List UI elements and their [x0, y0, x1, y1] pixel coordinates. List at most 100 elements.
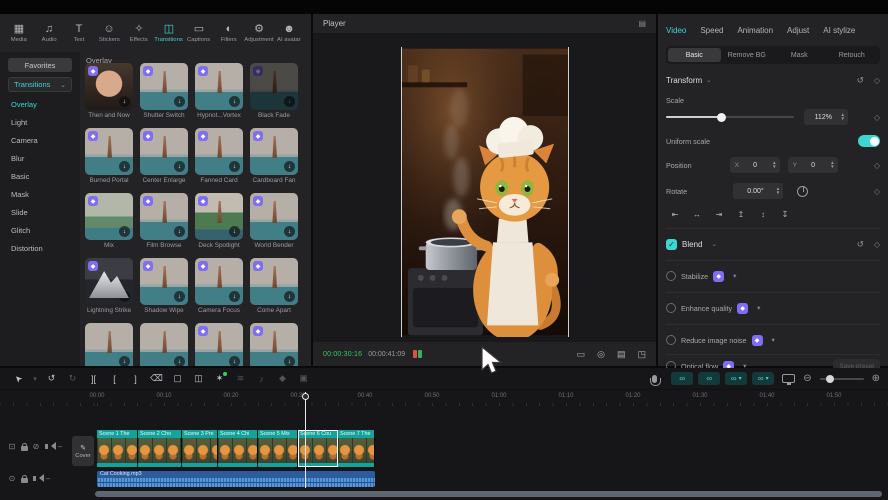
align-center-h-icon[interactable]: ↔ — [688, 207, 706, 221]
timeline-clip-scene-4-chi[interactable]: Scene 4 Chi — [218, 430, 258, 467]
download-icon[interactable]: ↓ — [174, 356, 185, 366]
ratio-icon[interactable]: ▭ — [577, 349, 586, 360]
transition-item-black-fade[interactable]: ◆↓Black Fade — [250, 63, 298, 119]
undo-icon[interactable]: ↺ — [41, 373, 62, 384]
enhance-quality-checkbox[interactable] — [666, 303, 676, 313]
timeline-ruler[interactable]: 00:0000:1000:2000:3000:4000:5001:0001:10… — [0, 390, 888, 406]
download-icon[interactable]: ↓ — [284, 291, 295, 302]
transition-item-world-bender[interactable]: ◆↓World Bender — [250, 193, 298, 249]
preview-video[interactable] — [401, 47, 569, 337]
reset-blend-icon[interactable]: ↺ — [857, 239, 864, 250]
sidebar-item-glitch[interactable]: Glitch — [8, 224, 72, 236]
tab-video[interactable]: Video — [666, 26, 686, 35]
mirror-icon[interactable]: ◫ — [188, 373, 209, 384]
microphone-icon[interactable] — [652, 375, 657, 383]
scale-slider-knob[interactable] — [717, 113, 726, 122]
rotate-knob-icon[interactable] — [797, 186, 808, 197]
layers-icon[interactable]: ≋ — [230, 373, 251, 384]
quality-icon[interactable]: ▤ — [617, 349, 626, 360]
download-icon[interactable]: ↓ — [119, 291, 130, 302]
keyframe-next-icon[interactable]: ∞▾ — [752, 372, 774, 385]
rotate-stepper[interactable]: 0.00° ▲▼ — [733, 183, 783, 199]
rotate-keyframe-icon[interactable]: ◇ — [874, 187, 880, 196]
transition-item-center-enlarge[interactable]: ◆↓Center Enlarge — [140, 128, 188, 184]
transitions-group-button[interactable]: Transitions ⌄ — [8, 77, 72, 92]
select-tool-icon[interactable]: ➤ — [7, 367, 30, 390]
transform-keyframe-icon[interactable]: ◇ — [874, 76, 880, 85]
transition-item-burned-portal[interactable]: ◆↓Burned Portal — [85, 128, 133, 184]
mute-track-icon[interactable] — [45, 444, 48, 449]
audio-tool-icon[interactable]: ♪ — [251, 374, 272, 384]
toolbar-item-transitions[interactable]: ◫Transitions — [154, 23, 184, 43]
transition-item-hypnot-vortex[interactable]: ◆↓Hypnot...Vortex — [195, 63, 243, 119]
sidebar-item-slide[interactable]: Slide — [8, 206, 72, 218]
transition-item-lightning-strike[interactable]: ◆↓Lightning Strike — [85, 258, 133, 314]
timeline-clip-scene-6-cou[interactable]: Scene 6 Cou — [298, 430, 338, 467]
rotate-down-icon[interactable]: ▼ — [776, 191, 780, 195]
transition-item[interactable]: ◆↓ — [250, 323, 298, 366]
download-icon[interactable]: ↓ — [284, 161, 295, 172]
delete-left-icon[interactable]: [ — [104, 374, 125, 384]
delete-icon[interactable]: ⌫ — [146, 373, 167, 384]
main-track-icon[interactable]: ⊡ — [6, 442, 18, 451]
position-x-stepper[interactable]: X 0 ▲▼ — [730, 157, 780, 173]
download-icon[interactable]: ↓ — [229, 96, 240, 107]
lock-icon[interactable] — [21, 446, 28, 451]
download-icon[interactable]: ↓ — [174, 161, 185, 172]
focus-icon[interactable]: ◎ — [597, 349, 605, 360]
transform-label[interactable]: Transform — [666, 76, 702, 85]
timeline-clip-scene-1-the[interactable]: Scene 1 The — [97, 430, 138, 467]
toolbar-item-text[interactable]: TText — [64, 23, 94, 43]
camera-tool-icon[interactable]: ▣ — [293, 373, 314, 384]
audio-track-icon[interactable]: ⊙ — [6, 474, 18, 483]
tab-speed[interactable]: Speed — [700, 26, 723, 35]
playhead-line[interactable] — [305, 392, 306, 488]
tab-animation[interactable]: Animation — [737, 26, 773, 35]
toolbar-item-captions[interactable]: ▭Captions — [184, 23, 214, 43]
transition-item[interactable]: ↓ — [85, 323, 133, 366]
transition-item-shutter-switch[interactable]: ◆↓Shutter Switch — [140, 63, 188, 119]
transition-item-shadow-wipe[interactable]: ◆↓Shadow Wipe — [140, 258, 188, 314]
subtab-mask[interactable]: Mask — [773, 48, 826, 62]
download-icon[interactable]: ↓ — [119, 226, 130, 237]
tab-ai-stylize[interactable]: AI stylize — [823, 26, 855, 35]
sidebar-item-mask[interactable]: Mask — [8, 188, 72, 200]
stabilize-checkbox[interactable] — [666, 271, 676, 281]
scale-down-icon[interactable]: ▼ — [841, 117, 845, 121]
transition-item[interactable]: ◆↓ — [195, 323, 243, 366]
download-icon[interactable]: ↓ — [174, 291, 185, 302]
hide-track-icon[interactable]: ⊘ — [30, 442, 42, 451]
timeline-clip-scene-3-pre[interactable]: Scene 3 Pre — [182, 430, 218, 467]
transition-item[interactable]: ↓ — [140, 323, 188, 366]
color-swatch-icon[interactable] — [413, 350, 422, 358]
player-menu-icon[interactable]: ▤ — [638, 19, 646, 28]
lock-icon[interactable] — [21, 478, 28, 483]
sidebar-item-overlay[interactable]: Overlay — [8, 98, 72, 110]
toolbar-item-media[interactable]: ▦Media — [4, 23, 34, 43]
align-bottom-icon[interactable]: ↧ — [776, 207, 794, 221]
toolbar-item-filters[interactable]: ◐Filters — [214, 23, 244, 43]
download-icon[interactable]: ↓ — [284, 226, 295, 237]
download-icon[interactable]: ↓ — [284, 96, 295, 107]
smart-edit-icon[interactable]: ✶ — [209, 373, 230, 384]
transition-item-fanned-card[interactable]: ◆↓Fanned Card — [195, 128, 243, 184]
download-icon[interactable]: ↓ — [229, 226, 240, 237]
download-icon[interactable]: ↓ — [174, 96, 185, 107]
sidebar-item-camera[interactable]: Camera — [8, 134, 72, 146]
keyframe-prev-icon[interactable]: ∞▾ — [725, 372, 747, 385]
subtab-retouch[interactable]: Retouch — [826, 48, 879, 62]
split-icon[interactable]: ][ — [83, 374, 104, 384]
align-center-v-icon[interactable]: ↕ — [754, 207, 772, 221]
audio-clip[interactable]: Cat Cooking.mp3 — [97, 471, 375, 487]
sidebar-item-blur[interactable]: Blur — [8, 152, 72, 164]
sidebar-item-basic[interactable]: Basic — [8, 170, 72, 182]
transition-item-film-browse[interactable]: ◆↓Film Browse — [140, 193, 188, 249]
toolbar-item-ai-avatar[interactable]: ☻AI avatar — [274, 23, 304, 43]
transition-item-camera-focus[interactable]: ◆↓Camera Focus — [195, 258, 243, 314]
download-icon[interactable]: ↓ — [284, 356, 295, 366]
reset-transform-icon[interactable]: ↺ — [857, 75, 864, 86]
align-right-icon[interactable]: ⇥ — [710, 207, 728, 221]
subtab-remove-bg[interactable]: Remove BG — [721, 48, 774, 62]
mute-track-icon[interactable] — [33, 476, 36, 481]
marker-out-icon[interactable]: ∞ — [698, 372, 720, 385]
